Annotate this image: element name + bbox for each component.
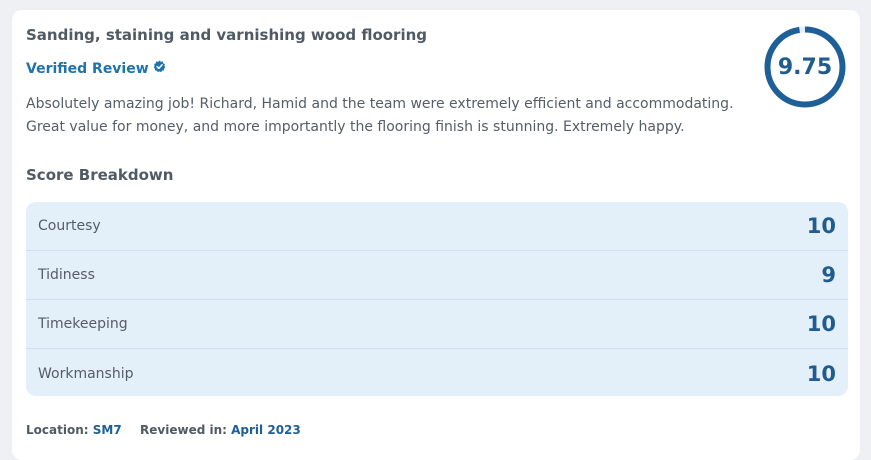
breakdown-score: 10 — [806, 214, 836, 238]
breakdown-score: 10 — [806, 312, 836, 336]
breakdown-row-workmanship: Workmanship 10 — [26, 349, 848, 396]
verified-review-badge: Verified Review — [26, 60, 166, 77]
breakdown-label: Courtesy — [38, 218, 101, 234]
breakdown-score: 9 — [821, 263, 836, 287]
reviewed-in-value: April 2023 — [231, 423, 301, 437]
breakdown-label: Workmanship — [38, 365, 134, 382]
breakdown-score: 10 — [806, 361, 836, 386]
review-text: Absolutely amazing job! Richard, Hamid a… — [26, 96, 734, 135]
breakdown-row-courtesy: Courtesy 10 — [26, 202, 848, 251]
overall-score-value: 9.75 — [777, 54, 833, 80]
score-breakdown-table: Courtesy 10 Tidiness 9 Timekeeping 10 Wo… — [26, 202, 848, 396]
review-footer: Location: SM7 Reviewed in: April 2023 — [26, 423, 301, 437]
breakdown-label: Tidiness — [38, 267, 95, 283]
verified-check-icon — [149, 60, 166, 77]
score-breakdown-heading: Score Breakdown — [26, 166, 174, 184]
breakdown-row-tidiness: Tidiness 9 — [26, 251, 848, 300]
review-title: Sanding, staining and varnishing wood fl… — [26, 26, 428, 44]
review-card: Sanding, staining and varnishing wood fl… — [12, 10, 860, 460]
location-label: Location: — [26, 423, 89, 437]
breakdown-row-timekeeping: Timekeeping 10 — [26, 300, 848, 349]
location-value: SM7 — [92, 423, 122, 437]
overall-score-ring: 9.75 — [763, 25, 847, 109]
breakdown-label: Timekeeping — [38, 316, 128, 332]
verified-review-label: Verified Review — [26, 60, 149, 77]
reviewed-in-label: Reviewed in: — [140, 423, 227, 437]
